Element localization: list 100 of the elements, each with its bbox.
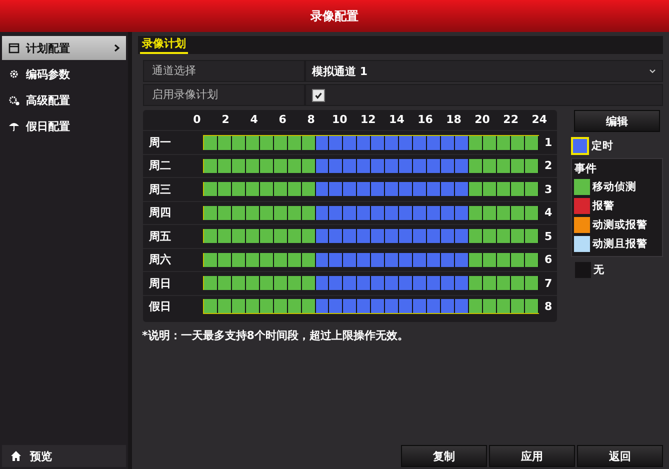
schedule-slot[interactable] (440, 182, 455, 196)
schedule-slot[interactable] (260, 158, 274, 173)
schedule-slot[interactable] (385, 136, 400, 150)
schedule-slot[interactable] (468, 299, 483, 314)
schedule-slot[interactable] (524, 158, 538, 173)
schedule-slot[interactable] (468, 276, 483, 290)
schedule-slot[interactable] (510, 276, 525, 290)
schedule-slot[interactable] (246, 182, 260, 196)
schedule-slot[interactable] (232, 206, 246, 220)
schedule-slot[interactable] (399, 229, 414, 244)
schedule-slot[interactable] (413, 136, 427, 150)
schedule-slot[interactable] (482, 299, 497, 314)
sidebar-item[interactable]: 计划配置 (2, 36, 126, 60)
schedule-slot[interactable] (302, 158, 316, 173)
schedule-slot[interactable] (274, 182, 288, 196)
schedule-slot[interactable] (302, 182, 316, 196)
schedule-slot[interactable] (510, 299, 525, 314)
schedule-slot[interactable] (218, 229, 232, 244)
schedule-slot[interactable] (413, 182, 427, 196)
schedule-slot[interactable] (302, 229, 316, 244)
schedule-slot[interactable] (496, 182, 511, 196)
schedule-slot[interactable] (427, 276, 441, 290)
schedule-slot[interactable] (316, 182, 330, 196)
schedule-slot[interactable] (204, 299, 218, 314)
schedule-slot[interactable] (524, 252, 538, 267)
schedule-slot[interactable] (468, 206, 483, 220)
schedule-slot[interactable] (274, 299, 288, 314)
schedule-slot[interactable] (260, 182, 274, 196)
channel-dropdown[interactable]: 模拟通道 1 (305, 60, 663, 82)
schedule-slot[interactable] (274, 158, 288, 173)
schedule-slot[interactable] (357, 252, 372, 267)
schedule-slot[interactable] (329, 299, 344, 314)
schedule-slot[interactable] (218, 206, 232, 220)
schedule-slot[interactable] (454, 136, 469, 150)
schedule-slot[interactable] (357, 158, 372, 173)
schedule-slot[interactable] (399, 206, 414, 220)
schedule-slot[interactable] (357, 206, 372, 220)
schedule-slot[interactable] (204, 252, 218, 267)
schedule-slot[interactable] (204, 158, 218, 173)
schedule-slot[interactable] (427, 229, 441, 244)
schedule-slot[interactable] (288, 229, 302, 244)
schedule-slot[interactable] (413, 299, 427, 314)
schedule-slot[interactable] (427, 299, 441, 314)
schedule-slot[interactable] (288, 206, 302, 220)
schedule-slot[interactable] (232, 299, 246, 314)
schedule-slot[interactable] (218, 158, 232, 173)
schedule-slot[interactable] (371, 276, 386, 290)
schedule-slot[interactable] (524, 182, 538, 196)
schedule-slot[interactable] (440, 158, 455, 173)
schedule-slot[interactable] (343, 158, 358, 173)
schedule-slot[interactable] (371, 206, 386, 220)
schedule-slot[interactable] (316, 299, 330, 314)
schedule-slot[interactable] (496, 206, 511, 220)
schedule-slot[interactable] (413, 229, 427, 244)
schedule-slot[interactable] (385, 206, 400, 220)
schedule-slot[interactable] (482, 136, 497, 150)
schedule-slot[interactable] (329, 136, 344, 150)
sidebar-item[interactable]: 编码参数 (2, 62, 126, 86)
schedule-slot[interactable] (218, 182, 232, 196)
schedule-slot[interactable] (440, 229, 455, 244)
schedule-slot[interactable] (496, 158, 511, 173)
schedule-slot[interactable] (399, 252, 414, 267)
schedule-slot[interactable] (204, 276, 218, 290)
legend-item[interactable]: 无 (571, 262, 663, 278)
schedule-slot[interactable] (385, 182, 400, 196)
legend-item[interactable]: 定时 (571, 137, 663, 155)
schedule-slot[interactable] (440, 252, 455, 267)
schedule-slot[interactable] (524, 136, 538, 150)
schedule-slot[interactable] (357, 229, 372, 244)
schedule-slot[interactable] (316, 252, 330, 267)
schedule-slot[interactable] (468, 252, 483, 267)
legend-item[interactable]: 报警 (574, 198, 660, 214)
schedule-slot[interactable] (454, 252, 469, 267)
schedule-slot[interactable] (329, 182, 344, 196)
schedule-slot[interactable] (288, 136, 302, 150)
schedule-slot[interactable] (427, 206, 441, 220)
schedule-slot[interactable] (274, 206, 288, 220)
schedule-slot[interactable] (204, 229, 218, 244)
schedule-slot[interactable] (232, 136, 246, 150)
schedule-slot[interactable] (343, 276, 358, 290)
schedule-slot[interactable] (218, 252, 232, 267)
schedule-slot[interactable] (357, 299, 372, 314)
schedule-slot[interactable] (468, 229, 483, 244)
schedule-slot[interactable] (204, 206, 218, 220)
schedule-slot[interactable] (274, 136, 288, 150)
schedule-slot[interactable] (218, 299, 232, 314)
edit-button[interactable]: 编辑 (574, 110, 660, 132)
schedule-slot[interactable] (204, 182, 218, 196)
schedule-slot[interactable] (288, 299, 302, 314)
schedule-slot[interactable] (316, 276, 330, 290)
schedule-slot[interactable] (232, 182, 246, 196)
schedule-slot[interactable] (427, 182, 441, 196)
schedule-slot[interactable] (246, 229, 260, 244)
schedule-slot[interactable] (218, 136, 232, 150)
schedule-slot[interactable] (399, 299, 414, 314)
schedule-slot[interactable] (343, 252, 358, 267)
schedule-slot[interactable] (482, 206, 497, 220)
schedule-slot[interactable] (413, 206, 427, 220)
schedule-slot[interactable] (329, 276, 344, 290)
schedule-slot[interactable] (316, 158, 330, 173)
